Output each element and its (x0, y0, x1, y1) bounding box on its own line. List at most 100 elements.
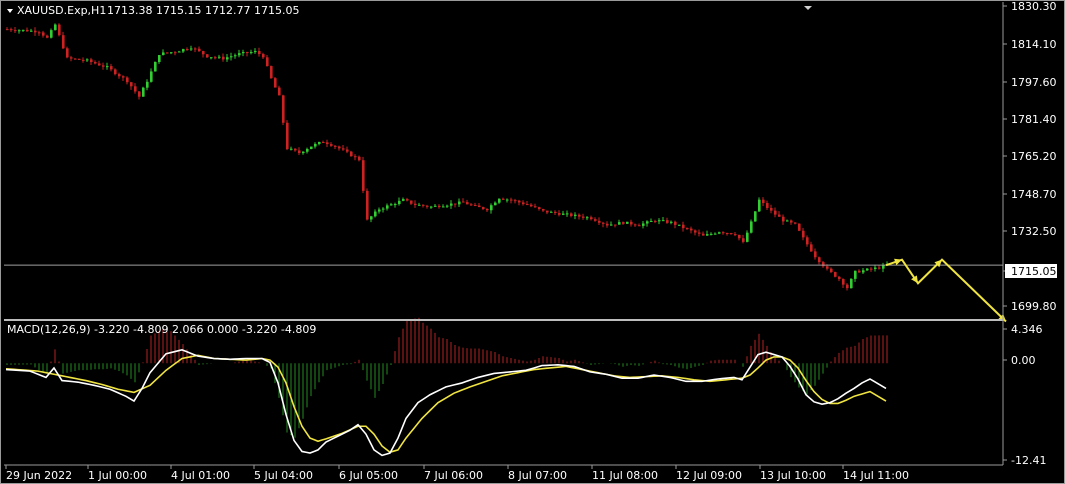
candle-body (486, 208, 489, 211)
candle-body (294, 148, 297, 151)
candle-body (542, 209, 545, 211)
macd-tick-label: 0.00 (1011, 354, 1036, 367)
candle-body (614, 224, 617, 226)
candle-body (202, 51, 205, 55)
candle-body (86, 59, 89, 61)
candle-body (802, 230, 805, 238)
candle-body (174, 52, 177, 54)
candle-body (154, 62, 157, 72)
candle-body (246, 52, 249, 54)
candle-body (386, 205, 389, 209)
candle-body (626, 221, 629, 224)
candle-body (610, 224, 613, 226)
candle-body (426, 205, 429, 207)
candle-body (134, 86, 137, 92)
candle-body (162, 52, 165, 56)
candle-body (814, 251, 817, 258)
candle-body (390, 204, 393, 206)
candle-body (362, 160, 365, 191)
price-tick-label: 1781.40 (1011, 113, 1057, 126)
candle-body (794, 222, 797, 224)
candle-body (150, 71, 153, 82)
candle-body (646, 221, 649, 224)
time-tick-label: 7 Jul 06:00 (424, 469, 483, 482)
candle-body (686, 228, 689, 230)
candle-body (478, 205, 481, 208)
candle-body (94, 62, 97, 64)
candle-body (454, 203, 457, 205)
forecast-path (885, 258, 1007, 323)
ohlc-label: 1713.38 1715.15 1712.77 1715.05 (107, 4, 299, 17)
candle-body (506, 199, 509, 201)
shift-marker-icon[interactable] (804, 6, 812, 10)
candle-body (186, 49, 189, 51)
candle-body (110, 66, 113, 70)
candle-body (126, 77, 129, 83)
price-panel[interactable] (4, 23, 1007, 323)
candle-body (394, 204, 397, 206)
time-tick-label: 29 Jun 2022 (6, 469, 72, 482)
candle-body (830, 268, 833, 273)
candle-body (62, 35, 65, 49)
candle-body (194, 48, 197, 50)
candle-body (558, 213, 561, 215)
candle-body (622, 222, 625, 224)
candle-body (78, 58, 81, 60)
candle-body (278, 87, 281, 96)
candle-body (30, 30, 33, 32)
candle-body (422, 204, 425, 206)
candle-body (810, 244, 813, 252)
candle-body (594, 219, 597, 221)
candle-body (266, 57, 269, 67)
price-tick-label: 1814.10 (1011, 38, 1057, 51)
price-tick-label: 1830.30 (1011, 0, 1057, 13)
candle-body (650, 220, 653, 222)
symbol-label: XAUUSD.Exp,H1 (17, 4, 106, 17)
candle-body (826, 266, 829, 269)
candle-body (130, 82, 133, 87)
candle-body (314, 143, 317, 147)
candle-body (754, 211, 757, 222)
candle-body (702, 233, 705, 236)
time-tick-label: 5 Jul 04:00 (254, 469, 313, 482)
candle-body (142, 87, 145, 97)
candle-body (226, 57, 229, 60)
candle-body (346, 149, 349, 152)
candle-body (474, 204, 477, 206)
candle-body (734, 234, 737, 236)
candle-body (578, 214, 581, 217)
candle-body (350, 151, 353, 157)
candle-body (158, 55, 161, 63)
macd-panel[interactable] (5, 317, 888, 457)
candle-body (842, 279, 845, 285)
candle-body (46, 35, 49, 38)
candle-body (450, 203, 453, 206)
candle-body (834, 272, 837, 277)
candle-body (190, 48, 193, 50)
candle-body (254, 50, 257, 53)
candle-body (518, 200, 521, 203)
candle-body (442, 206, 445, 208)
candle-body (234, 55, 237, 57)
candle-body (546, 210, 549, 213)
menu-triangle-icon[interactable] (7, 9, 13, 13)
chart-canvas[interactable]: 1830.30 1814.10 1797.60 1781.40 1765.20 1748.… (0, 0, 1065, 484)
candle-body (866, 268, 869, 271)
candle-body (274, 78, 277, 88)
candle-body (642, 223, 645, 226)
candle-body (574, 214, 577, 216)
candle-body (418, 204, 421, 206)
candle-body (378, 209, 381, 212)
candle-body (434, 205, 437, 207)
candle-body (522, 202, 525, 205)
current-price-label: 1715.05 (1011, 265, 1057, 278)
candle-body (6, 29, 9, 31)
candle-body (678, 224, 681, 226)
candle-body (26, 29, 29, 32)
candle-body (146, 81, 149, 88)
time-tick-label: 11 Jul 08:00 (592, 469, 658, 482)
candle-body (302, 151, 305, 154)
candle-body (102, 65, 105, 67)
candle-body (290, 148, 293, 150)
candle-body (354, 156, 357, 158)
